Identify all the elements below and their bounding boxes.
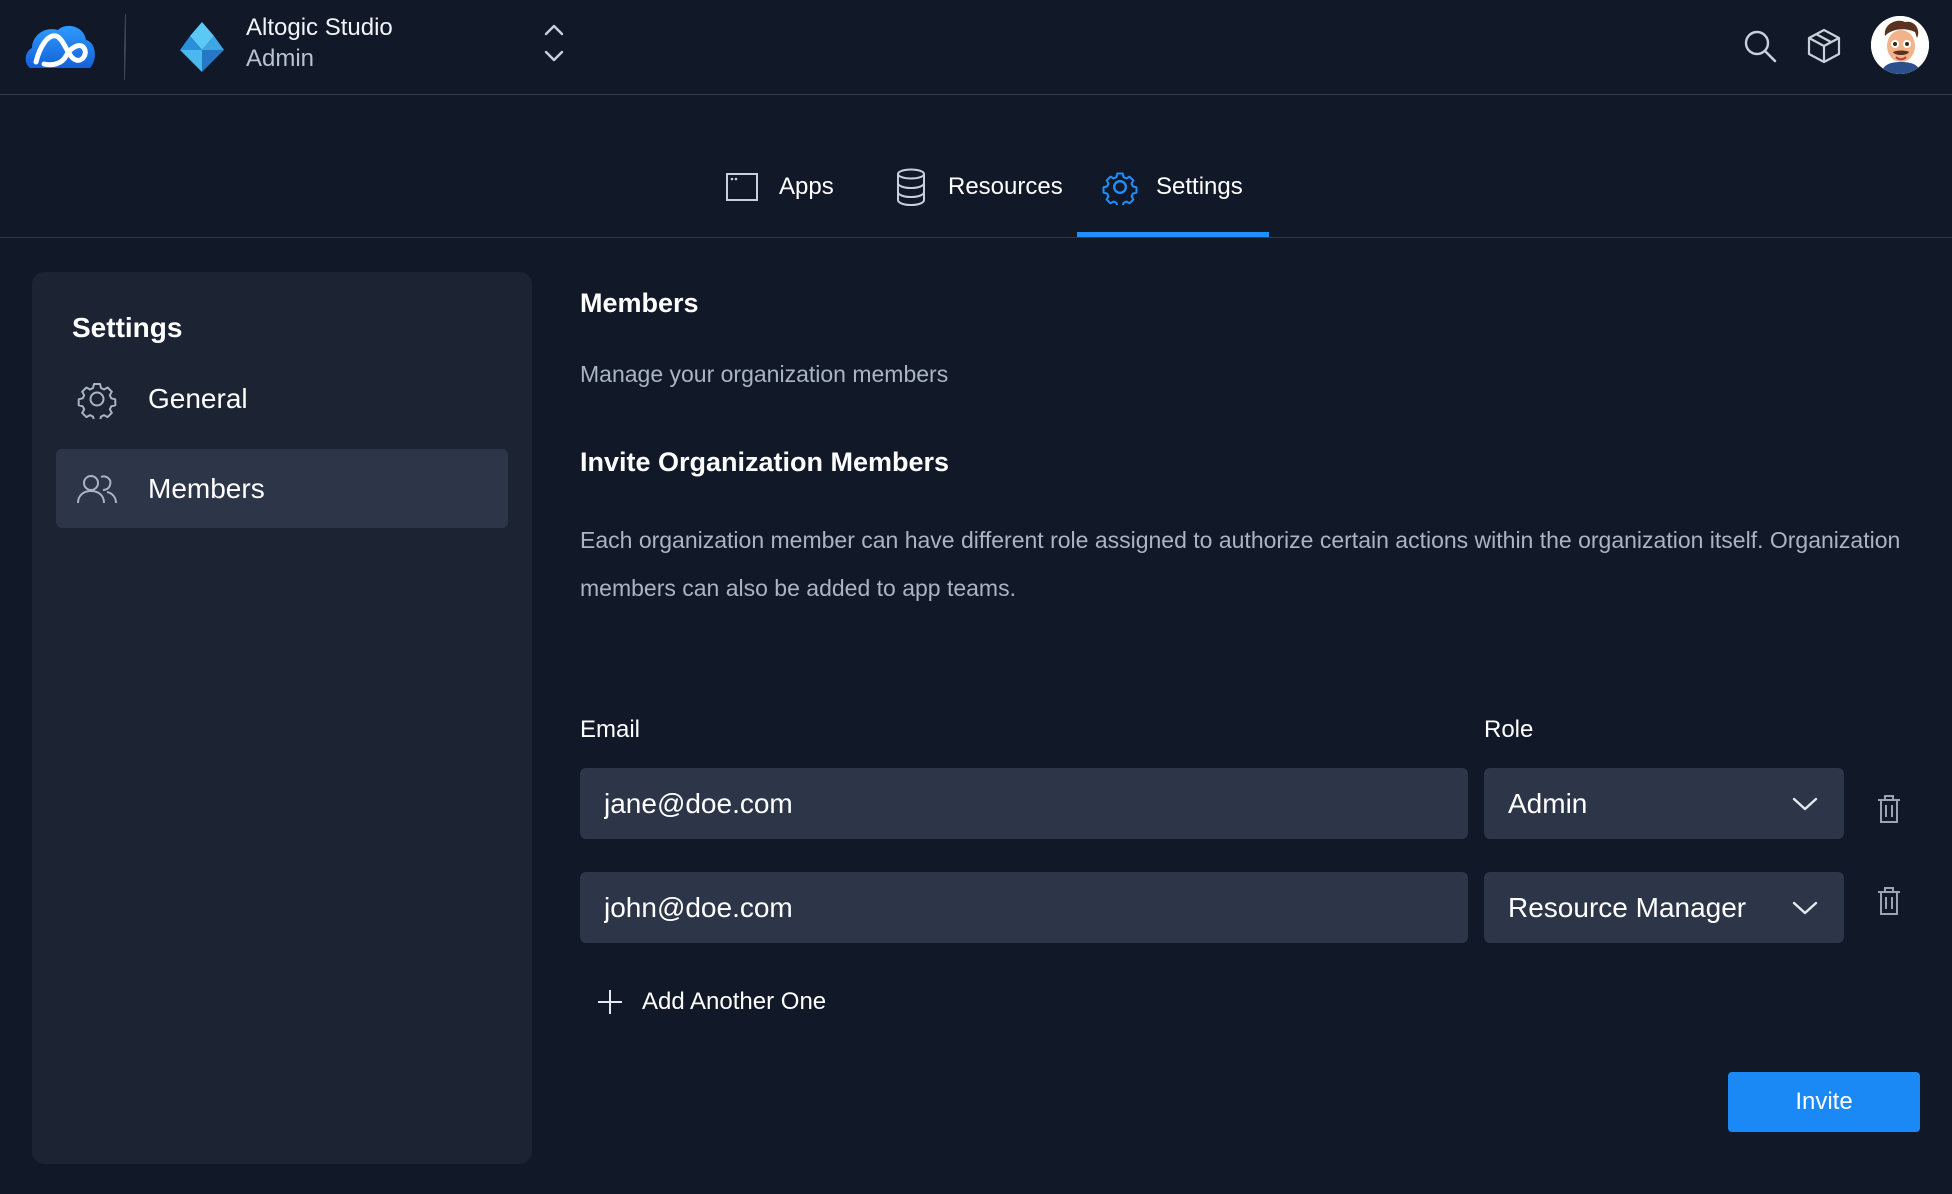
- sidebar-item-general[interactable]: General: [56, 359, 508, 438]
- settings-sidebar: Settings General Members: [32, 272, 532, 1164]
- top-bar: Altogic Studio Admin: [0, 0, 1952, 95]
- chevron-down-icon: [1792, 901, 1818, 914]
- divider: [124, 14, 126, 80]
- avatar-illustration-icon: [1871, 16, 1929, 74]
- add-another-label: Add Another One: [642, 988, 827, 1015]
- package-icon[interactable]: [1806, 27, 1842, 65]
- plus-icon: [598, 990, 622, 1014]
- role-select[interactable]: Admin: [1484, 768, 1844, 839]
- email-field[interactable]: [580, 768, 1468, 839]
- org-name: Altogic Studio: [246, 14, 393, 41]
- org-role: Admin: [246, 45, 315, 72]
- invite-section-title: Invite Organization Members: [580, 447, 950, 477]
- email-column-label: Email: [580, 716, 641, 743]
- gear-icon: [1102, 172, 1138, 205]
- tabs-divider: [0, 237, 1952, 238]
- chevron-down-icon: [1792, 797, 1818, 810]
- tab-resources-label: Resources: [948, 173, 1063, 200]
- sidebar-title: Settings: [72, 312, 183, 343]
- sidebar-item-members[interactable]: Members: [56, 449, 508, 528]
- invite-button[interactable]: Invite: [1728, 1072, 1920, 1132]
- role-select[interactable]: Resource Manager: [1484, 872, 1844, 943]
- diamond-org-icon: [180, 22, 224, 72]
- sidebar-item-label: General: [148, 382, 248, 414]
- tab-settings-label: Settings: [1156, 173, 1243, 200]
- gear-icon: [77, 382, 117, 419]
- tab-settings[interactable]: Settings: [1102, 170, 1243, 238]
- tab-apps[interactable]: Apps: [725, 170, 834, 238]
- tab-apps-label: Apps: [779, 173, 834, 200]
- users-icon: [77, 474, 117, 503]
- user-avatar[interactable]: [1871, 16, 1929, 74]
- trash-icon[interactable]: [1876, 794, 1902, 824]
- role-select-value: Resource Manager: [1508, 891, 1747, 923]
- invite-section-description: Each organization member can have differ…: [580, 527, 1901, 601]
- role-column-label: Role: [1484, 716, 1534, 743]
- altogic-logo-icon[interactable]: [22, 18, 98, 76]
- page-title: Members: [580, 288, 699, 318]
- org-switcher-chevrons-icon[interactable]: [541, 22, 567, 64]
- search-icon[interactable]: [1742, 28, 1778, 64]
- window-icon: [726, 173, 758, 201]
- database-icon: [897, 168, 925, 207]
- page-subtitle: Manage your organization members: [580, 361, 949, 387]
- add-another-button[interactable]: Add Another One: [596, 988, 826, 1016]
- sidebar-item-label: Members: [148, 472, 265, 504]
- role-select-value: Admin: [1508, 787, 1588, 819]
- tab-resources[interactable]: Resources: [894, 168, 1063, 238]
- trash-icon[interactable]: [1876, 886, 1902, 916]
- email-field[interactable]: [580, 872, 1468, 943]
